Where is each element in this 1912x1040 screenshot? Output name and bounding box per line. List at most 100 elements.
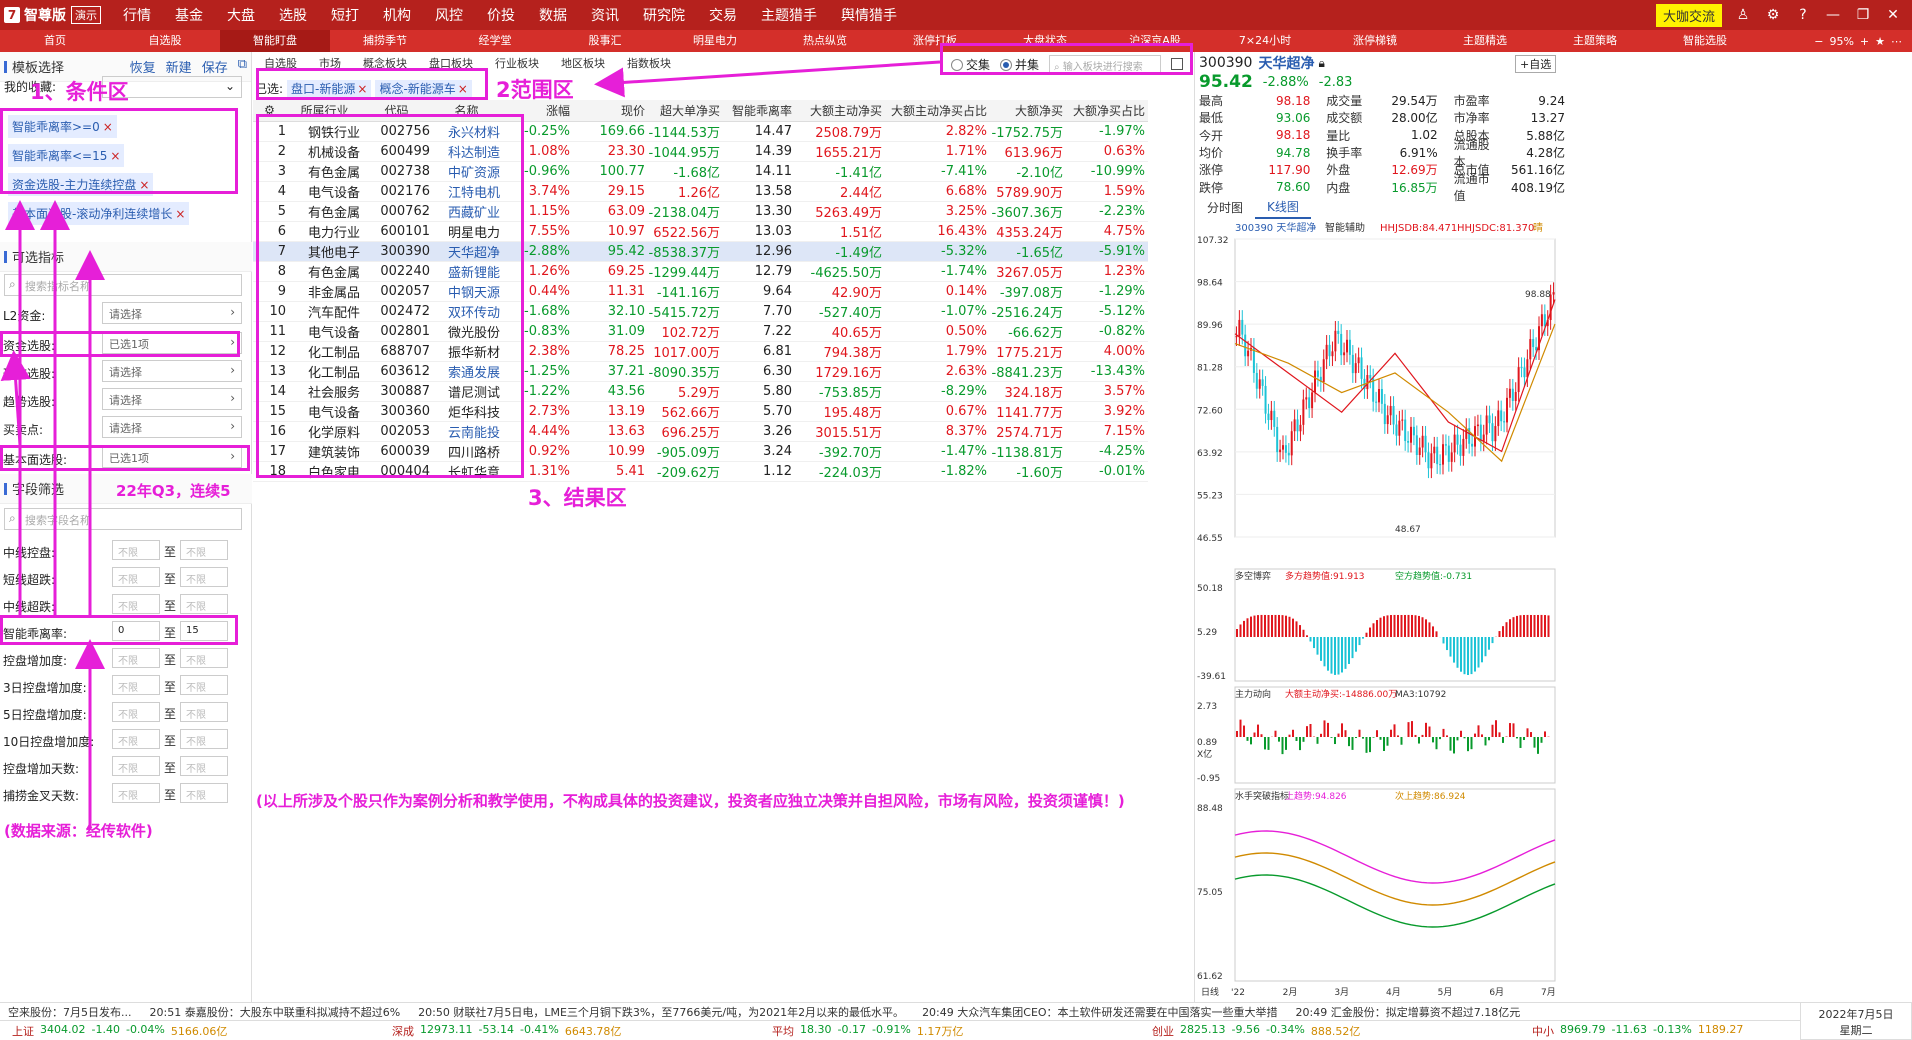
menu-item-4[interactable]: 短打 [319,5,371,25]
range-max-input[interactable]: 不限 [180,783,228,803]
menu-item-12[interactable]: 主题猎手 [749,5,829,25]
range-min-input[interactable]: 不限 [112,702,160,722]
range-max-input[interactable]: 不限 [180,540,228,560]
minimize-icon[interactable]: — [1824,6,1842,24]
remove-icon[interactable]: × [357,82,367,96]
tab-4[interactable]: 经学堂 [440,30,550,52]
index-item[interactable]: 深成 12973.11 -53.14 -0.41% 6643.78亿 [380,1023,760,1039]
table-row[interactable]: 8 有色金属 002240 盛新锂能 1.26% 69.25 -1299.44万 12.79-… [253,261,1148,282]
more-icon[interactable]: ⋯ [1891,35,1902,48]
column-header[interactable]: 大额净买占比 [1066,100,1148,122]
table-row[interactable]: 2 机械设备 600499 科达制造 1.08% 23.30 -1044.95万 14.39 1… [253,141,1148,162]
ticker-item[interactable]: 20:49 大众汽车集团CEO：本土软件研发还需要在中国落实一些重大举措 [922,1004,1277,1020]
filter-select[interactable]: 请选择 › [102,360,242,382]
menu-item-13[interactable]: 舆情猎手 [829,5,909,25]
column-header[interactable]: ⚙ [253,100,289,122]
tab-13[interactable]: 主题精选 [1430,30,1540,52]
index-item[interactable]: 上证 3404.02 -1.40 -0.04% 5166.06亿 [0,1023,380,1039]
table-row[interactable]: 1 钢铁行业 002756 永兴材料 -0.25% 169.66 -1144.53万 14.4… [253,121,1148,142]
range-min-input[interactable]: 0 [112,621,160,641]
menu-item-8[interactable]: 数据 [527,5,579,25]
tab-1[interactable]: 自选股 [110,30,220,52]
remove-icon[interactable]: × [175,207,185,221]
subtab-2[interactable]: 概念板块 [352,55,418,71]
column-header[interactable]: 名称 [433,100,503,122]
menu-item-2[interactable]: 大盘 [215,5,267,25]
scope-tag[interactable]: 概念-新能源车 × [375,79,472,98]
remove-icon[interactable]: × [110,149,120,163]
menu-item-1[interactable]: 基金 [163,5,215,25]
table-row[interactable]: 12 化工制品 688707 振华新材 2.38% 78.25 1017.00万 6.81 79… [253,341,1148,362]
lock-icon[interactable]: 🔒︎ [1318,56,1324,71]
intersect-radio[interactable]: 交集 [951,56,990,73]
filter-select[interactable]: 已选1项 › [102,446,242,468]
tab-9[interactable]: 大盘状态 [990,30,1100,52]
range-min-input[interactable]: 不限 [112,783,160,803]
kline-chart[interactable]: 300390 天华超净 智能辅助 HHJSDB:84.471 HHJSDC:81… [1195,217,1569,997]
app-logo[interactable]: 7 智尊版 演示 [0,0,111,30]
filter-select[interactable]: 请选择 › [102,388,242,410]
table-row[interactable]: 18 白色家电 000404 长虹华意 1.31% 5.41 -209.62万 1.12 -22… [253,461,1148,482]
settings-icon[interactable]: ⚙ [1764,6,1782,24]
field-search-input[interactable]: ⌕ 搜索字段名称 [4,508,242,530]
tab-kline[interactable]: K线图 [1255,196,1311,219]
restore-icon[interactable]: ❐ [1854,6,1872,24]
export-icon[interactable]: ⧉ [238,57,247,76]
column-header[interactable]: 现价 [573,100,648,122]
table-row[interactable]: 9 非金属品 002057 中钢天源 0.44% 11.31 -141.16万 9.64 42.… [253,281,1148,302]
subtab-4[interactable]: 行业板块 [484,55,550,71]
tab-10[interactable]: 沪深京A股 [1100,30,1210,52]
save-button[interactable]: 保存 [202,57,228,76]
range-min-input[interactable]: 不限 [112,567,160,587]
menu-item-7[interactable]: 价投 [475,5,527,25]
zoom-out-icon[interactable]: − [1814,35,1823,48]
column-header[interactable]: 超大单净买 [648,100,723,122]
settings-icon[interactable]: ⚙ [264,103,275,117]
remove-icon[interactable]: × [103,120,113,134]
menu-item-11[interactable]: 交易 [697,5,749,25]
filter-select[interactable]: 已选1项 › [102,332,242,354]
tab-11[interactable]: 7×24小时 [1210,30,1320,52]
expert-exchange-button[interactable]: 大咖交流 [1655,3,1722,27]
condition-tag[interactable]: 智能乖离率<=15 × [8,144,125,167]
subtab-1[interactable]: 市场 [308,55,352,71]
user-icon[interactable]: ♙ [1734,6,1752,24]
tab-2[interactable]: 智能盯盘 [220,30,330,52]
tab-15[interactable]: 智能选股 [1650,30,1760,52]
stock-name[interactable]: 天华超净 [1258,53,1314,73]
restore-button[interactable]: 恢复 [130,57,156,76]
range-min-input[interactable]: 不限 [112,729,160,749]
range-min-input[interactable]: 不限 [112,756,160,776]
union-radio[interactable]: 并集 [1000,56,1039,73]
column-header[interactable]: 智能乖离率 [723,100,795,122]
panel-toggle-icon[interactable] [1171,58,1184,70]
tab-7[interactable]: 热点纵览 [770,30,880,52]
tab-0[interactable]: 首页 [0,30,110,52]
range-min-input[interactable]: 不限 [112,594,160,614]
table-row[interactable]: 10 汽车配件 002472 双环传动 -1.68% 32.10 -5415.72万 7.70… [253,301,1148,322]
scope-tag[interactable]: 盘口-新能源 × [287,79,372,98]
news-ticker[interactable]: 空来股份：7月5日发布... 20:51 泰嘉股份：大股东中联重科拟减持不超过6%… [0,1002,1912,1020]
tab-6[interactable]: 明星电力 [660,30,770,52]
tab-3[interactable]: 捕捞季节 [330,30,440,52]
menu-item-10[interactable]: 研究院 [631,5,697,25]
ticker-item[interactable]: 20:49 汇金股份：拟定增募资不超过7.18亿元 [1296,1004,1521,1020]
column-header[interactable]: 大额主动净买 [795,100,885,122]
index-item[interactable]: 创业 2825.13 -9.56 -0.34% 888.52亿 [1140,1023,1520,1039]
range-max-input[interactable]: 不限 [180,729,228,749]
remove-icon[interactable]: × [139,178,149,192]
ticker-item[interactable]: 20:51 泰嘉股份：大股东中联重科拟减持不超过6% [150,1004,401,1020]
tab-5[interactable]: 股事汇 [550,30,660,52]
indicator-search-input[interactable]: ⌕ 搜索指标名称 [4,274,242,296]
tab-intraday[interactable]: 分时图 [1195,197,1255,218]
menu-item-9[interactable]: 资讯 [579,5,631,25]
menu-item-6[interactable]: 风控 [423,5,475,25]
subtab-5[interactable]: 地区板块 [550,55,616,71]
block-search-input[interactable]: ⌕ 输入板块进行搜索 [1049,55,1162,73]
subtab-3[interactable]: 盘口板块 [418,55,484,71]
table-row[interactable]: 5 有色金属 000762 西藏矿业 1.15% 63.09 -2138.04万 13.30 5… [253,201,1148,222]
table-row[interactable]: 16 化学原料 002053 云南能投 4.44% 13.63 696.25万 3.26 301… [253,421,1148,442]
range-max-input[interactable]: 不限 [180,648,228,668]
condition-tag[interactable]: 智能乖离率>=0 × [8,115,117,138]
tab-12[interactable]: 涨停梯镜 [1320,30,1430,52]
